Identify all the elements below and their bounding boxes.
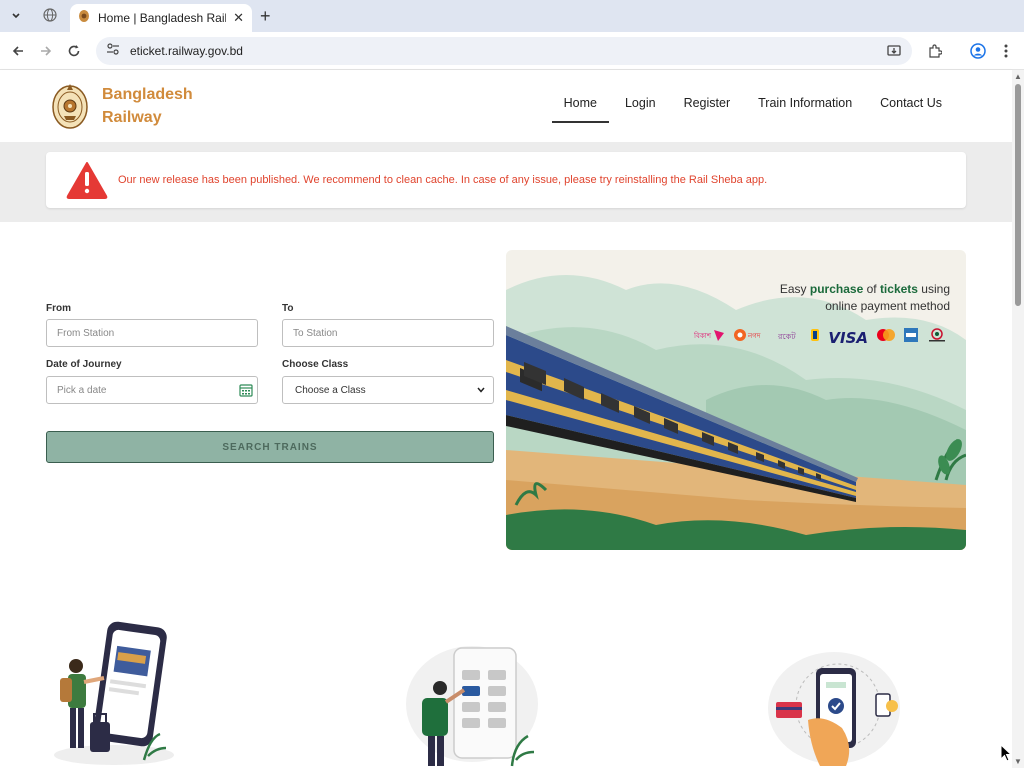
nav-home[interactable]: Home bbox=[551, 90, 609, 123]
site-info-icon[interactable] bbox=[106, 42, 120, 60]
banner-line1-mid: of bbox=[863, 282, 880, 296]
alert-card: Our new release has been published. We r… bbox=[46, 152, 966, 208]
bkash-logo-icon: বিকাশ bbox=[693, 328, 726, 347]
alert-section: Our new release has been published. We r… bbox=[0, 142, 1012, 222]
to-station-field[interactable] bbox=[282, 319, 494, 347]
upay-logo-icon bbox=[810, 328, 820, 347]
site-header: Bangladesh Railway Home Login Register T… bbox=[0, 70, 1012, 142]
alert-message: Our new release has been published. We r… bbox=[118, 174, 768, 186]
page-scrollbar[interactable]: ▲ ▼ bbox=[1012, 70, 1024, 768]
payment-logos: বিকাশ নগদ রকেট VISA bbox=[693, 328, 948, 347]
tab-close-icon[interactable]: ✕ bbox=[233, 10, 244, 26]
globe-icon bbox=[43, 7, 57, 27]
tab-active[interactable]: Home | Bangladesh Railway ✕ bbox=[70, 4, 252, 32]
browser-menu-icon[interactable] bbox=[996, 41, 1016, 61]
svg-text:রকেট: রকেট bbox=[778, 331, 796, 341]
class-select-value: Choose a Class bbox=[295, 384, 366, 396]
banner-caption: Easy purchase of tickets using online pa… bbox=[780, 281, 950, 315]
brand-line-1: Bangladesh bbox=[102, 86, 193, 103]
nav-register[interactable]: Register bbox=[672, 90, 743, 123]
banner-line1-pre: Easy bbox=[779, 282, 810, 296]
mouse-cursor-icon bbox=[1000, 743, 1013, 767]
reload-icon[interactable] bbox=[64, 41, 84, 61]
svg-text:নগদ: নগদ bbox=[747, 332, 761, 340]
forward-icon[interactable] bbox=[36, 41, 56, 61]
browser-toolbar: eticket.railway.gov.bd bbox=[0, 32, 1024, 70]
main-nav: Home Login Register Train Information Co… bbox=[548, 90, 954, 123]
rocket-logo-icon: রকেট bbox=[777, 328, 802, 347]
visa-logo: VISA bbox=[828, 328, 868, 347]
warning-icon bbox=[66, 161, 108, 199]
to-station-input[interactable] bbox=[293, 327, 493, 339]
dutch-bangla-logo-icon bbox=[926, 328, 948, 347]
to-label: To bbox=[282, 303, 294, 314]
nav-login[interactable]: Login bbox=[613, 90, 668, 123]
amex-logo-icon bbox=[904, 328, 918, 347]
banner-line1-post: using bbox=[917, 282, 950, 296]
banner-purchase: purchase bbox=[809, 282, 864, 296]
chevron-down-icon bbox=[477, 385, 485, 396]
site-favicon-icon bbox=[78, 9, 90, 28]
nav-train-information[interactable]: Train Information bbox=[746, 90, 864, 123]
scrollbar-thumb[interactable] bbox=[1015, 84, 1021, 306]
back-icon[interactable] bbox=[8, 41, 28, 61]
scroll-down-icon[interactable]: ▼ bbox=[1014, 757, 1022, 766]
date-field[interactable] bbox=[46, 376, 258, 404]
install-app-icon[interactable] bbox=[884, 41, 904, 61]
calendar-icon[interactable] bbox=[239, 383, 253, 397]
extensions-icon[interactable] bbox=[925, 41, 945, 61]
feature-select-seat-illustration bbox=[402, 644, 542, 773]
brand-line-2: Railway bbox=[102, 109, 162, 126]
date-input[interactable] bbox=[57, 384, 257, 396]
address-bar[interactable]: eticket.railway.gov.bd bbox=[96, 37, 912, 65]
from-station-field[interactable] bbox=[46, 319, 258, 347]
brand-name[interactable]: Bangladesh Railway bbox=[102, 83, 193, 129]
feature-payment-illustration bbox=[764, 650, 906, 773]
railway-logo[interactable] bbox=[50, 82, 90, 130]
nav-contact-us[interactable]: Contact Us bbox=[868, 90, 954, 123]
browser-tabstrip: Home | Bangladesh Railway ✕ + bbox=[0, 0, 1024, 32]
banner-tickets: tickets bbox=[879, 282, 918, 296]
scroll-up-icon[interactable]: ▲ bbox=[1014, 72, 1022, 81]
nagad-logo-icon: নগদ bbox=[734, 328, 770, 347]
banner-line2: online payment method bbox=[825, 299, 950, 313]
from-label: From bbox=[46, 303, 71, 314]
search-trains-button[interactable]: SEARCH TRAINS bbox=[46, 431, 494, 463]
tab-list-chevron-icon[interactable] bbox=[6, 6, 26, 26]
class-select[interactable]: Choose a Class bbox=[282, 376, 494, 404]
svg-text:বিকাশ: বিকাশ bbox=[694, 332, 712, 340]
tab-inactive[interactable] bbox=[34, 4, 66, 30]
url-text: eticket.railway.gov.bd bbox=[130, 44, 243, 58]
date-of-journey-label: Date of Journey bbox=[46, 359, 122, 370]
feature-buy-ticket-illustration bbox=[44, 620, 179, 773]
from-station-input[interactable] bbox=[57, 327, 257, 339]
choose-class-label: Choose Class bbox=[282, 359, 349, 370]
new-tab-icon[interactable]: + bbox=[260, 6, 271, 26]
mastercard-logo-icon bbox=[876, 328, 896, 347]
tab-title: Home | Bangladesh Railway bbox=[98, 11, 226, 25]
profile-icon[interactable] bbox=[968, 41, 988, 61]
promo-banner: Easy purchase of tickets using online pa… bbox=[506, 250, 966, 550]
